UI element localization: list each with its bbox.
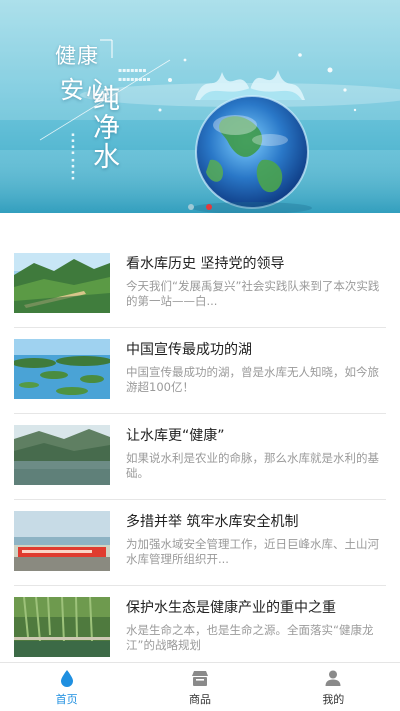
tab-products-label: 商品 bbox=[188, 693, 211, 706]
tab-mine[interactable]: 我的 bbox=[267, 663, 400, 711]
news-title: 让水库更“健康” bbox=[126, 428, 225, 444]
carousel-indicator[interactable] bbox=[0, 195, 400, 213]
tab-mine-label: 我的 bbox=[322, 693, 345, 706]
news-item[interactable]: 中国宣传最成功的湖 中国宣传最成功的湖，曾是水库无人知晓，如今旅游超100亿！ bbox=[14, 328, 386, 414]
banner-artwork bbox=[0, 0, 400, 213]
news-description: 如果说水利是农业的命脉，那么水库就是水利的基础。 bbox=[126, 451, 379, 480]
bottom-tab-bar: 首页 商品 我的 bbox=[0, 662, 400, 711]
news-description: 水是生命之本，也是生命之源。全面落实“健康龙江”的战略规划 bbox=[126, 623, 374, 652]
water-drop-icon bbox=[60, 670, 73, 687]
banner-fine-print: ▪▪▪▪▪▪▪ ▪▪▪▪▪▪▪▪ bbox=[118, 67, 151, 83]
news-title: 保护水生态是健康产业的重中之重 bbox=[126, 600, 336, 616]
news-item[interactable]: 保护水生态是健康产业的重中之重 水是生命之本，也是生命之源。全面落实“健康龙江”… bbox=[14, 586, 386, 672]
banner-crowd-photo bbox=[14, 511, 110, 571]
dam-bridge-photo bbox=[14, 253, 110, 313]
tab-home[interactable]: 首页 bbox=[0, 663, 133, 711]
tab-products[interactable]: 商品 bbox=[133, 663, 266, 711]
news-title: 多措并举 筑牢水库安全机制 bbox=[126, 514, 299, 530]
willow-lakeside-photo bbox=[14, 597, 110, 657]
reservoir-hills-photo bbox=[14, 425, 110, 485]
news-item[interactable]: 多措并举 筑牢水库安全机制 为加强水域安全管理工作，近日巨峰水库、土山河水库管理… bbox=[14, 500, 386, 586]
news-title: 中国宣传最成功的湖 bbox=[126, 342, 252, 358]
banner-title-vertical: 纯净水 bbox=[88, 84, 119, 171]
carousel-dot-active[interactable] bbox=[205, 204, 212, 210]
news-title: 看水库历史 坚持党的领导 bbox=[126, 256, 285, 272]
user-icon bbox=[325, 670, 341, 686]
news-description: 中国宣传最成功的湖，曾是水库无人知晓，如今旅游超100亿！ bbox=[126, 365, 379, 394]
hero-banner[interactable]: 健康 安心 纯净水 ▪▪▪▪▪▪▪ ▪▪▪▪▪▪▪▪ ▪▪▪▪ ▪▪▪▪ bbox=[0, 0, 400, 213]
carousel-dot[interactable] bbox=[188, 204, 195, 210]
shop-bag-icon bbox=[191, 671, 208, 686]
news-item[interactable]: 让水库更“健康” 如果说水利是农业的命脉，那么水库就是水利的基础。 bbox=[14, 414, 386, 500]
news-description: 今天我们“发展禹复兴”社会实践队来到了本次实践的第一站——白... bbox=[126, 279, 380, 308]
news-item[interactable]: 看水库历史 坚持党的领导 今天我们“发展禹复兴”社会实践队来到了本次实践的第一站… bbox=[14, 242, 386, 328]
news-description: 为加强水域安全管理工作，近日巨峰水库、土山河水库管理所组织开... bbox=[126, 537, 379, 566]
banner-title-line1: 健康 bbox=[55, 44, 99, 68]
lake-islands-photo bbox=[14, 339, 110, 399]
tab-home-label: 首页 bbox=[55, 693, 78, 706]
news-list: 看水库历史 坚持党的领导 今天我们“发展禹复兴”社会实践队来到了本次实践的第一站… bbox=[14, 242, 386, 672]
banner-fine-print-vertical: ▪▪▪▪ ▪▪▪▪ bbox=[70, 132, 76, 182]
